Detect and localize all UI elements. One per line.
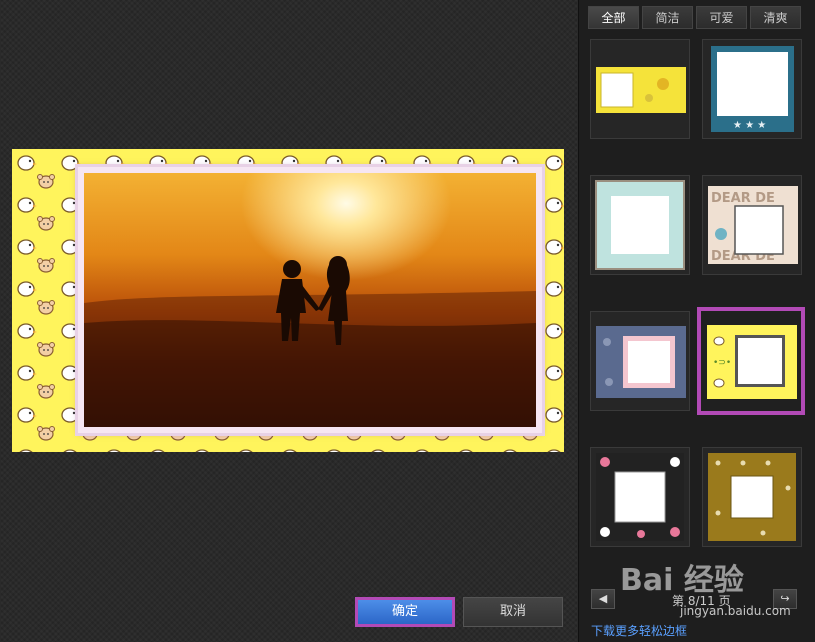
frame-thumbnail-pink-dots[interactable]	[590, 447, 690, 547]
tab-all[interactable]: 全部	[588, 6, 639, 29]
frame-thumbnail-yellow-strip[interactable]	[590, 39, 690, 139]
frame-preview-image	[596, 326, 686, 398]
frame-preview-image	[596, 453, 684, 541]
tab-cute[interactable]: 可爱	[696, 6, 747, 29]
frame-preview-image: •⊃•	[707, 325, 797, 399]
baidu-logo-watermark: Bai 经验	[620, 563, 744, 598]
confirm-button[interactable]: 确定	[355, 597, 455, 627]
frame-preview-image	[708, 453, 796, 541]
frame-preview-image: ★ ★ ★	[711, 46, 794, 132]
arrow-left-icon[interactable]: ◀	[591, 589, 615, 609]
svg-text:DEAR DE: DEAR DE	[711, 191, 775, 206]
frame-preview-image	[595, 180, 685, 270]
photo-frame-border	[78, 167, 542, 433]
tab-simple[interactable]: 简洁	[642, 6, 693, 29]
baidu-url-watermark: jingyan.baidu.com	[680, 604, 791, 618]
download-more-frames-link[interactable]: 下载更多轻松边框	[591, 622, 687, 639]
frame-preview-image: DEAR DE DEAR DE	[708, 186, 798, 264]
children-silhouette	[84, 256, 536, 427]
framed-photo-preview	[12, 149, 564, 452]
tab-fresh[interactable]: 清爽	[750, 6, 801, 29]
cancel-button[interactable]: 取消	[463, 597, 563, 627]
preview-stage: 确定 取消	[0, 0, 578, 642]
frame-thumbnail-mint[interactable]	[590, 175, 690, 275]
frame-preview-image	[596, 67, 686, 113]
frame-thumbnail-denim-bears[interactable]	[590, 311, 690, 411]
category-tabs: 全部 简洁 可爱 清爽	[588, 6, 801, 29]
frame-thumbnail-olive-dots[interactable]	[702, 447, 802, 547]
frame-thumbnail-teal-stars[interactable]: ★ ★ ★	[702, 39, 802, 139]
svg-text:•⊃•: •⊃•	[713, 358, 731, 368]
frame-thumbnail-dear-bears[interactable]: DEAR DE DEAR DE	[702, 175, 802, 275]
frame-thumbnail-yellow-chicks[interactable]: •⊃•	[697, 307, 805, 415]
svg-text:★ ★ ★: ★ ★ ★	[733, 120, 766, 131]
sunset-beach-photo	[84, 173, 536, 427]
